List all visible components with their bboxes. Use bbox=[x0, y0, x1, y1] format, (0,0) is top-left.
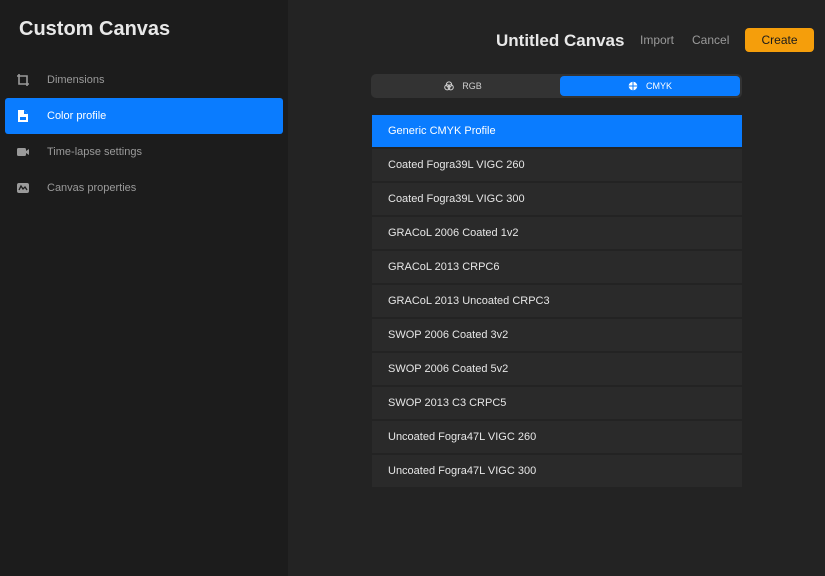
profile-item[interactable]: Coated Fogra39L VIGC 300 bbox=[372, 183, 742, 215]
cmyk-option[interactable]: CMYK bbox=[560, 76, 740, 96]
import-button[interactable]: Import bbox=[640, 33, 674, 47]
cmyk-globe-icon bbox=[628, 81, 638, 91]
profile-item[interactable]: GRACoL 2013 CRPC6 bbox=[372, 251, 742, 283]
rgb-circles-icon bbox=[444, 81, 455, 91]
sidebar-nav: Dimensions Color profile Time-lapse sett… bbox=[5, 62, 283, 206]
profile-item[interactable]: SWOP 2013 C3 CRPC5 bbox=[372, 387, 742, 419]
sidebar-item-label: Time-lapse settings bbox=[47, 146, 142, 158]
sidebar-item-label: Color profile bbox=[47, 110, 107, 122]
sidebar-item-label: Canvas properties bbox=[47, 182, 137, 194]
video-camera-icon bbox=[15, 144, 31, 160]
profile-item[interactable]: Uncoated Fogra47L VIGC 260 bbox=[372, 421, 742, 453]
sidebar-title: Custom Canvas bbox=[19, 18, 171, 40]
profile-item[interactable]: SWOP 2006 Coated 3v2 bbox=[372, 319, 742, 351]
profile-item[interactable]: Uncoated Fogra47L VIGC 300 bbox=[372, 455, 742, 487]
sidebar-item-label: Dimensions bbox=[47, 74, 105, 86]
cancel-button[interactable]: Cancel bbox=[692, 33, 729, 47]
profile-item[interactable]: SWOP 2006 Coated 5v2 bbox=[372, 353, 742, 385]
profile-item[interactable]: GRACoL 2013 Uncoated CRPC3 bbox=[372, 285, 742, 317]
profile-item[interactable]: Coated Fogra39L VIGC 260 bbox=[372, 149, 742, 181]
color-profile-icon bbox=[15, 108, 31, 124]
profile-item[interactable]: GRACoL 2006 Coated 1v2 bbox=[372, 217, 742, 249]
cmyk-option-label: CMYK bbox=[645, 81, 672, 91]
color-profile-list: Generic CMYK Profile Coated Fogra39L VIG… bbox=[372, 115, 742, 489]
canvas-properties-icon bbox=[15, 180, 31, 196]
sidebar-item-color-profile[interactable]: Color profile bbox=[5, 98, 283, 134]
sidebar-item-canvas-properties[interactable]: Canvas properties bbox=[5, 170, 283, 206]
profile-item[interactable]: Generic CMYK Profile bbox=[372, 115, 742, 147]
sidebar-item-time-lapse-settings[interactable]: Time-lapse settings bbox=[5, 134, 283, 170]
create-button[interactable]: Create bbox=[745, 28, 814, 52]
sidebar: Custom Canvas Dimensions Color profile T… bbox=[0, 0, 288, 576]
crop-dimensions-icon bbox=[15, 72, 31, 88]
color-mode-segmented-control: RGB CMYK bbox=[371, 74, 742, 98]
canvas-name[interactable]: Untitled Canvas bbox=[496, 31, 624, 51]
sidebar-item-dimensions[interactable]: Dimensions bbox=[5, 62, 283, 98]
rgb-option-label: RGB bbox=[462, 81, 482, 91]
rgb-option[interactable]: RGB bbox=[373, 76, 553, 96]
